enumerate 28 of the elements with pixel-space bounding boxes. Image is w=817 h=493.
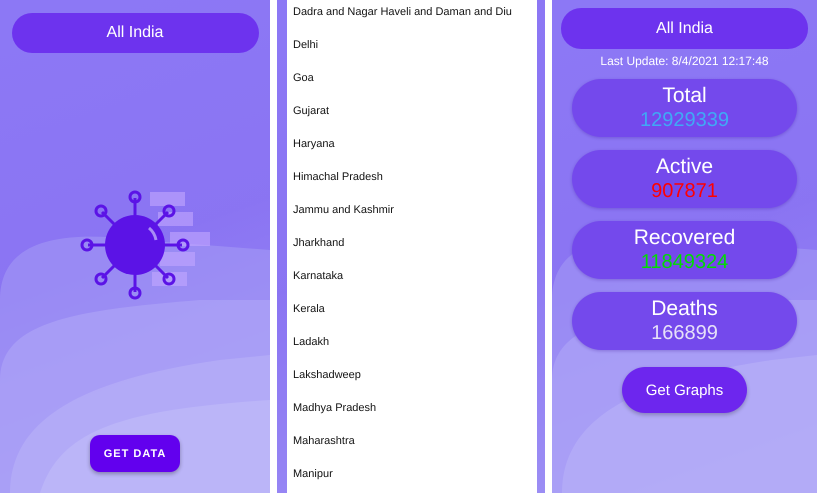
region-list-item[interactable]: Jammu and Kashmir bbox=[287, 198, 537, 231]
region-list-item[interactable]: Gujarat bbox=[287, 99, 537, 132]
region-list-item[interactable]: Madhya Pradesh bbox=[287, 396, 537, 429]
region-list-item[interactable]: Kerala bbox=[287, 297, 537, 330]
stat-value: 166899 bbox=[651, 321, 718, 345]
stat-label: Total bbox=[662, 84, 707, 108]
get-data-button[interactable]: GET DATA bbox=[90, 435, 180, 472]
region-list-item[interactable]: Karnataka bbox=[287, 264, 537, 297]
region-list-item[interactable]: Lakshadweep bbox=[287, 363, 537, 396]
stat-value: 907871 bbox=[651, 179, 718, 203]
region-list-item[interactable]: Himachal Pradesh bbox=[287, 165, 537, 198]
stat-label: Recovered bbox=[634, 226, 736, 250]
region-list-item[interactable]: Haryana bbox=[287, 132, 537, 165]
last-update-text: Last Update: 8/4/2021 12:17:48 bbox=[600, 54, 769, 68]
stat-label: Active bbox=[656, 155, 714, 179]
region-list-item[interactable]: Dadra and Nagar Haveli and Daman and Diu bbox=[287, 0, 537, 33]
region-list-item[interactable]: Delhi bbox=[287, 33, 537, 66]
stat-value: 12929339 bbox=[640, 108, 729, 132]
region-list-item[interactable]: Manipur bbox=[287, 462, 537, 493]
region-button[interactable]: All India bbox=[561, 8, 808, 49]
stat-label: Deaths bbox=[651, 297, 718, 321]
region-list-item[interactable]: Maharashtra bbox=[287, 429, 537, 462]
stat-value: 11849324 bbox=[640, 250, 728, 274]
region-list-item[interactable]: Ladakh bbox=[287, 330, 537, 363]
get-graphs-button[interactable]: Get Graphs bbox=[622, 367, 747, 413]
region-list-item[interactable]: Goa bbox=[287, 66, 537, 99]
region-list-item[interactable]: Jharkhand bbox=[287, 231, 537, 264]
region-button[interactable]: All India bbox=[12, 13, 258, 53]
